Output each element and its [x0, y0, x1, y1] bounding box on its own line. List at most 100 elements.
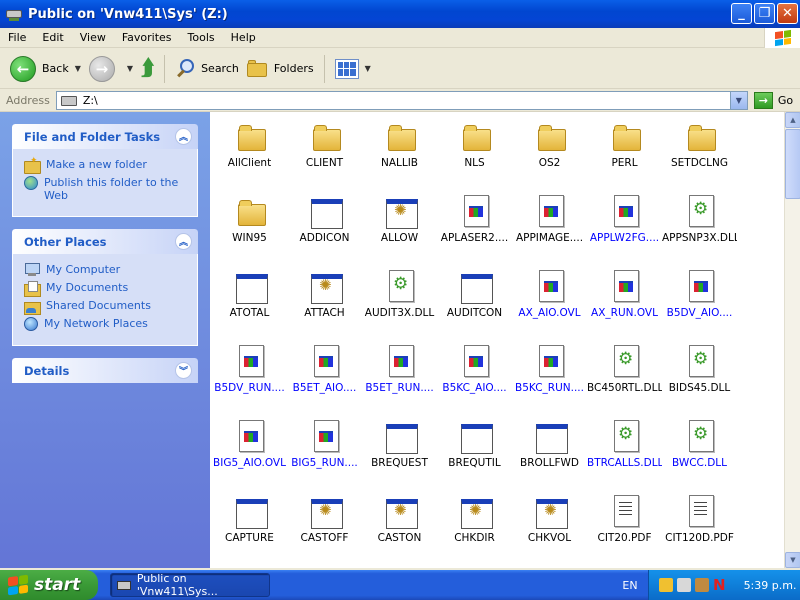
file-item[interactable]: B5ET_AIO....	[287, 341, 362, 416]
vertical-scrollbar[interactable]: ▲ ▼	[784, 112, 800, 568]
file-item[interactable]: NLS	[437, 116, 512, 191]
menu-tools[interactable]: Tools	[180, 29, 223, 47]
publish-folder-link[interactable]: Publish this folder to the Web	[24, 176, 189, 202]
file-item[interactable]: CASTOFF	[287, 491, 362, 566]
my-documents-link[interactable]: My Documents	[24, 281, 189, 297]
my-computer-link[interactable]: My Computer	[24, 263, 189, 277]
file-item[interactable]: AX_RUN.OVL	[587, 266, 662, 341]
file-folder-tasks-header[interactable]: File and Folder Tasks ︽	[12, 124, 198, 149]
scroll-down-button[interactable]: ▼	[785, 552, 800, 568]
file-item[interactable]: WIN95	[212, 191, 287, 266]
forward-button[interactable]: → ▼	[85, 52, 137, 86]
file-item[interactable]: B5KC_AIO....	[437, 341, 512, 416]
minimize-button[interactable]: _	[731, 3, 752, 24]
tray-security-icon[interactable]	[695, 578, 709, 592]
menu-file[interactable]: File	[0, 29, 34, 47]
file-item[interactable]: AUDIT3X.DLL	[362, 266, 437, 341]
file-item[interactable]: CHKDIR	[437, 491, 512, 566]
my-network-places-link[interactable]: My Network Places	[24, 317, 189, 331]
folders-button[interactable]: Folders	[243, 52, 318, 86]
file-item[interactable]: CASTON	[362, 491, 437, 566]
file-item[interactable]: CAPTURE	[212, 491, 287, 566]
file-item[interactable]: AllClient	[212, 116, 287, 191]
search-button[interactable]: Search	[171, 52, 243, 86]
language-indicator[interactable]: EN	[612, 570, 648, 600]
forward-arrow-icon: →	[88, 55, 115, 82]
tray-network-icon[interactable]	[677, 578, 691, 592]
taskbar-window-button[interactable]: Public on 'Vnw411\Sys...	[110, 572, 270, 598]
dll-file-icon	[611, 420, 641, 452]
file-item[interactable]: BIG5_RUN....	[287, 416, 362, 491]
file-item[interactable]: AUDITCON	[437, 266, 512, 341]
file-item[interactable]: B5ET_RUN....	[362, 341, 437, 416]
scroll-thumb[interactable]	[785, 129, 800, 199]
file-item[interactable]: APPSNP3X.DLL	[662, 191, 737, 266]
back-dropdown-icon[interactable]: ▼	[75, 64, 81, 73]
address-input[interactable]: Z:\ ▼	[55, 91, 748, 110]
forward-dropdown-icon[interactable]: ▼	[127, 64, 133, 73]
other-places-header[interactable]: Other Places ︽	[12, 229, 198, 254]
file-item[interactable]: BREQUTIL	[437, 416, 512, 491]
doc-file-icon	[611, 270, 641, 302]
file-item[interactable]: CHKVOL	[512, 491, 587, 566]
file-item[interactable]: NALLIB	[362, 116, 437, 191]
file-item[interactable]: ALLOW	[362, 191, 437, 266]
scroll-up-button[interactable]: ▲	[785, 112, 800, 128]
file-item[interactable]: B5DV_AIO....	[662, 266, 737, 341]
file-item[interactable]: BIG5_AIO.OVL	[212, 416, 287, 491]
go-button[interactable]: → Go	[753, 92, 793, 109]
novell-n-icon[interactable]: N	[713, 576, 726, 594]
file-list-view[interactable]: AllClient CLIENT NALLIB NLS OS2 PERL SETDCLNG W…	[210, 112, 784, 568]
menu-view[interactable]: View	[72, 29, 114, 47]
address-dropdown-button[interactable]: ▼	[729, 92, 747, 109]
file-item[interactable]: APPLW2FG....	[587, 191, 662, 266]
file-item[interactable]: BC450RTL.DLL	[587, 341, 662, 416]
maximize-button[interactable]: ❐	[754, 3, 775, 24]
file-name: BC450RTL.DLL	[587, 382, 662, 394]
file-item[interactable]: CLIENT	[287, 116, 362, 191]
menu-edit[interactable]: Edit	[34, 29, 71, 47]
network-drive-icon	[117, 580, 131, 590]
back-button[interactable]: ← Back ▼	[6, 52, 85, 86]
file-item[interactable]: ATOTAL	[212, 266, 287, 341]
file-item[interactable]: APPIMAGE....	[512, 191, 587, 266]
start-button[interactable]: start	[0, 570, 98, 600]
file-item[interactable]: OS2	[512, 116, 587, 191]
menu-help[interactable]: Help	[223, 29, 264, 47]
file-item[interactable]: CIT120D.PDF	[662, 491, 737, 566]
network-drive-icon	[6, 7, 22, 21]
collapse-icon[interactable]: ︽	[175, 233, 192, 250]
file-item[interactable]: BIDS45.DLL	[662, 341, 737, 416]
file-item[interactable]: BWCC.DLL	[662, 416, 737, 491]
file-item[interactable]: BREQUEST	[362, 416, 437, 491]
make-new-folder-link[interactable]: Make a new folder	[24, 155, 189, 174]
title-bar[interactable]: Public on 'Vnw411\Sys' (Z:) _ ❐ ✕	[0, 0, 800, 28]
clock[interactable]: 5:39 p.m.	[744, 579, 797, 592]
file-item[interactable]: BTRCALLS.DLL	[587, 416, 662, 491]
file-item[interactable]: B5KC_RUN....	[512, 341, 587, 416]
text-file-icon	[611, 495, 641, 527]
details-header[interactable]: Details ︾	[12, 358, 198, 383]
file-item[interactable]: CIT20.PDF	[587, 491, 662, 566]
views-button[interactable]: ▼	[331, 52, 375, 86]
up-button[interactable]: ⮭	[137, 52, 158, 86]
address-bar: Address Z:\ ▼ → Go	[0, 90, 800, 112]
file-item[interactable]: B5DV_RUN....	[212, 341, 287, 416]
dll-file-icon	[386, 270, 416, 302]
file-item[interactable]: PERL	[587, 116, 662, 191]
file-name: APPSNP3X.DLL	[662, 232, 737, 244]
details-panel: Details ︾	[12, 358, 198, 383]
close-button[interactable]: ✕	[777, 3, 798, 24]
file-item[interactable]: SETDCLNG	[662, 116, 737, 191]
file-item[interactable]: AX_AIO.OVL	[512, 266, 587, 341]
collapse-icon[interactable]: ︽	[175, 128, 192, 145]
menu-favorites[interactable]: Favorites	[114, 29, 180, 47]
panel-title: Other Places	[24, 234, 107, 249]
tray-people-icon[interactable]	[659, 578, 673, 592]
file-item[interactable]: BROLLFWD	[512, 416, 587, 491]
file-item[interactable]: ADDICON	[287, 191, 362, 266]
shared-documents-link[interactable]: Shared Documents	[24, 299, 189, 315]
file-item[interactable]: APLASER2....	[437, 191, 512, 266]
expand-icon[interactable]: ︾	[175, 362, 192, 379]
file-item[interactable]: ATTACH	[287, 266, 362, 341]
